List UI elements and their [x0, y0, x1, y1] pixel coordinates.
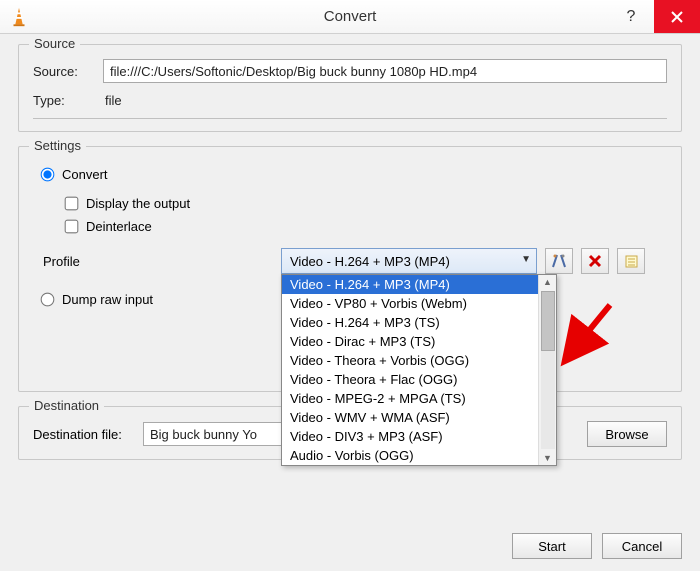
profile-option[interactable]: Video - Dirac + MP3 (TS): [282, 332, 538, 351]
display-output-input[interactable]: [65, 197, 79, 211]
source-label: Source:: [33, 64, 103, 79]
scroll-up-icon[interactable]: ▲: [543, 275, 552, 289]
source-divider: [33, 118, 667, 119]
display-output-label: Display the output: [86, 196, 190, 211]
titlebar: Convert ?: [0, 0, 700, 34]
profile-selected-text: Video - H.264 + MP3 (MP4): [290, 254, 450, 269]
deinterlace-checkbox[interactable]: Deinterlace: [65, 219, 667, 234]
profile-option[interactable]: Video - Theora + Vorbis (OGG): [282, 351, 538, 370]
profile-option[interactable]: Video - VP80 + Vorbis (Webm): [282, 294, 538, 313]
deinterlace-label: Deinterlace: [86, 219, 152, 234]
convert-radio[interactable]: Convert: [41, 167, 667, 182]
profile-option[interactable]: Audio - Vorbis (OGG): [282, 446, 538, 465]
scroll-thumb[interactable]: [541, 291, 555, 351]
type-value: file: [103, 93, 122, 108]
dump-raw-label: Dump raw input: [62, 292, 153, 307]
profile-option[interactable]: Video - H.264 + MP3 (MP4): [282, 275, 538, 294]
start-button[interactable]: Start: [512, 533, 592, 559]
edit-profile-button[interactable]: [545, 248, 573, 274]
profile-combobox[interactable]: Video - H.264 + MP3 (MP4) ▼ Video - H.26…: [281, 248, 537, 274]
new-profile-button[interactable]: [617, 248, 645, 274]
source-group: Source Source: Type: file: [18, 44, 682, 132]
profile-label: Profile: [41, 254, 131, 269]
chevron-down-icon: ▼: [521, 254, 531, 265]
type-label: Type:: [33, 93, 103, 108]
profile-option[interactable]: Video - DIV3 + MP3 (ASF): [282, 427, 538, 446]
settings-legend: Settings: [29, 138, 86, 153]
deinterlace-input[interactable]: [65, 220, 79, 234]
profile-option[interactable]: Video - H.264 + MP3 (TS): [282, 313, 538, 332]
profile-option[interactable]: Video - Theora + Flac (OGG): [282, 370, 538, 389]
display-output-checkbox[interactable]: Display the output: [65, 196, 667, 211]
cancel-button[interactable]: Cancel: [602, 533, 682, 559]
settings-group: Settings Convert Display the output Dein…: [18, 146, 682, 392]
window-title: Convert: [0, 8, 700, 25]
dump-raw-input[interactable]: [41, 293, 55, 307]
convert-radio-input[interactable]: [41, 168, 55, 182]
scroll-down-icon[interactable]: ▼: [543, 451, 552, 465]
convert-radio-label: Convert: [62, 167, 108, 182]
dropdown-scrollbar[interactable]: ▲ ▼: [538, 275, 556, 465]
profile-option[interactable]: Video - WMV + WMA (ASF): [282, 408, 538, 427]
delete-profile-button[interactable]: [581, 248, 609, 274]
destination-file-label: Destination file:: [33, 427, 143, 442]
profile-dropdown: Video - H.264 + MP3 (MP4)Video - VP80 + …: [281, 274, 557, 466]
browse-button[interactable]: Browse: [587, 421, 667, 447]
destination-legend: Destination: [29, 398, 104, 413]
source-input[interactable]: [103, 59, 667, 83]
source-legend: Source: [29, 36, 80, 51]
profile-option[interactable]: Video - MPEG-2 + MPGA (TS): [282, 389, 538, 408]
